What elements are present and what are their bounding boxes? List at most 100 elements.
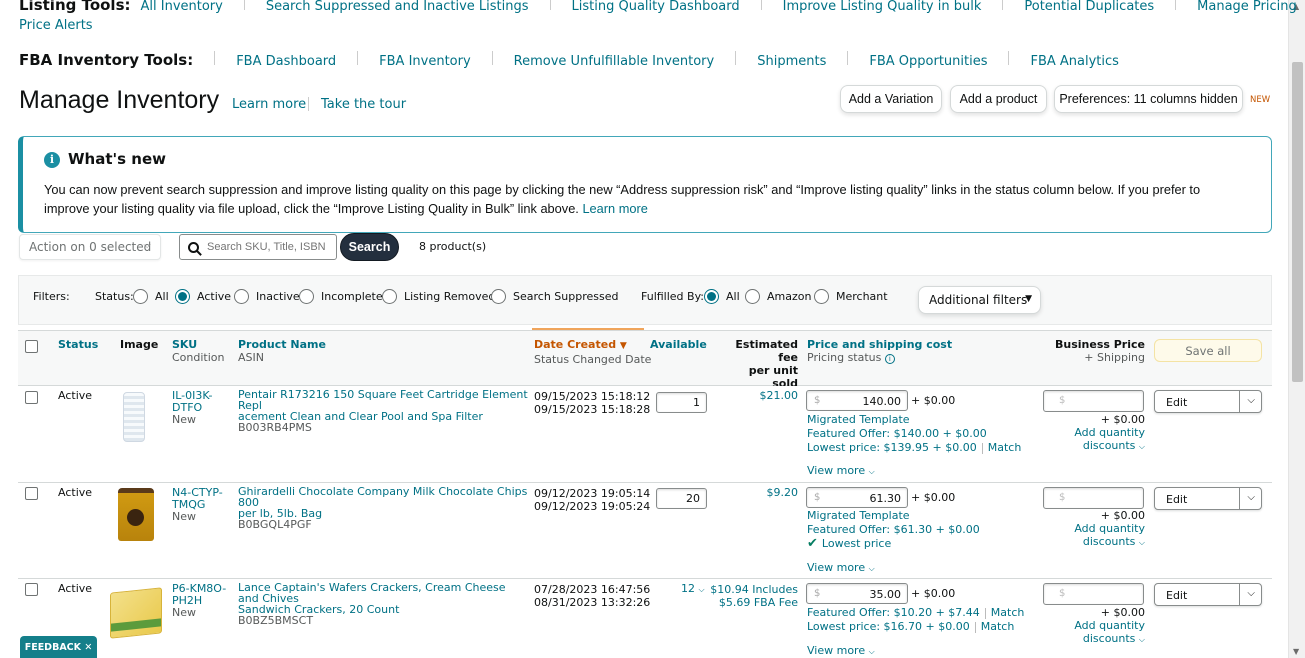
price-input[interactable]: $ 140.00 <box>806 390 908 411</box>
link-remove-unfulfillable[interactable]: Remove Unfulfillable Inventory <box>514 54 715 69</box>
available-quantity-dropdown[interactable]: 12 ⌵ <box>681 583 705 596</box>
featured-offer-link[interactable]: Featured Offer: $61.30 + $0.00 <box>807 523 980 537</box>
status-radio-inactive[interactable]: Inactive <box>234 289 300 304</box>
close-icon[interactable]: ✕ <box>84 642 92 653</box>
fulfilled-radio-merchant[interactable]: Merchant <box>814 289 888 304</box>
link-fba-opportunities[interactable]: FBA Opportunities <box>869 54 987 69</box>
radio-button[interactable] <box>234 289 249 304</box>
product-image[interactable] <box>123 392 145 442</box>
match-link[interactable]: Match <box>981 620 1015 633</box>
price-input[interactable]: $ 35.00 <box>806 583 908 604</box>
additional-filters-button[interactable]: Additional filters ▼ <box>918 286 1041 314</box>
product-name-link[interactable]: Pentair R173216 150 Square Feet Cartridg… <box>238 389 528 422</box>
link-improve-quality-bulk[interactable]: Improve Listing Quality in bulk <box>783 0 982 14</box>
feedback-button[interactable]: FEEDBACK ✕ <box>20 636 97 658</box>
edit-split-button[interactable]: Edit ⌵ <box>1154 583 1262 606</box>
edit-button[interactable]: Edit <box>1166 493 1187 506</box>
row-sku[interactable]: IL-0I3K- DTFO New <box>172 390 212 426</box>
chevron-down-icon[interactable]: ⌵ <box>1247 492 1255 503</box>
available-quantity-input[interactable]: 1 <box>656 392 707 413</box>
product-image[interactable] <box>110 587 162 639</box>
radio-button[interactable] <box>745 289 760 304</box>
row-checkbox[interactable] <box>25 487 38 500</box>
link-all-inventory[interactable]: All Inventory <box>141 0 223 14</box>
edit-button[interactable]: Edit <box>1166 589 1187 602</box>
link-fba-analytics[interactable]: FBA Analytics <box>1030 54 1118 69</box>
link-search-suppressed[interactable]: Search Suppressed and Inactive Listings <box>266 0 529 14</box>
radio-button[interactable] <box>299 289 314 304</box>
edit-split-button[interactable]: Edit ⌵ <box>1154 390 1262 413</box>
row-checkbox[interactable] <box>25 391 38 404</box>
link-manage-pricing[interactable]: Manage Pricing <box>1197 0 1297 14</box>
price-input[interactable]: $ 61.30 <box>806 487 908 508</box>
featured-offer-link[interactable]: Featured Offer: $10.20 + $7.44 <box>807 606 980 619</box>
radio-button[interactable] <box>382 289 397 304</box>
learn-more-link[interactable]: Learn more <box>232 97 306 112</box>
row-sku[interactable]: P6-KM8O- PH2H New <box>172 583 226 619</box>
link-potential-duplicates[interactable]: Potential Duplicates <box>1024 0 1154 14</box>
status-radio-all[interactable]: All <box>133 289 169 304</box>
search-input[interactable] <box>205 240 330 254</box>
column-status[interactable]: Status <box>58 338 98 351</box>
row-checkbox[interactable] <box>25 583 38 596</box>
product-name-link[interactable]: Lance Captain's Wafers Crackers, Cream C… <box>238 582 528 615</box>
business-price-input[interactable]: $ <box>1043 390 1144 412</box>
radio-button[interactable] <box>491 289 506 304</box>
edit-button[interactable]: Edit <box>1166 396 1187 409</box>
save-all-button[interactable]: Save all <box>1154 339 1262 362</box>
chevron-down-icon[interactable]: ⌵ <box>1247 588 1255 599</box>
view-more-link[interactable]: View more ⌵ <box>807 562 875 575</box>
column-product-name[interactable]: Product Name ASIN <box>238 338 326 364</box>
lowest-price-link[interactable]: Lowest price: $16.70 + $0.00 <box>807 620 970 633</box>
pricing-template-link[interactable]: Migrated Template <box>807 413 1021 427</box>
column-available[interactable]: Available <box>650 338 707 351</box>
radio-button[interactable] <box>133 289 148 304</box>
product-image[interactable] <box>118 488 154 541</box>
link-listing-quality-dashboard[interactable]: Listing Quality Dashboard <box>572 0 740 14</box>
match-link[interactable]: Match <box>988 441 1022 454</box>
link-fba-dashboard[interactable]: FBA Dashboard <box>236 54 336 69</box>
pricing-template-link[interactable]: Migrated Template <box>807 509 980 523</box>
scrollbar-thumb[interactable] <box>1292 62 1303 382</box>
match-link[interactable]: Match <box>991 606 1025 619</box>
bulk-action-dropdown[interactable]: Action on 0 selected ⌵ <box>19 234 161 260</box>
product-name-link[interactable]: Ghirardelli Chocolate Company Milk Choco… <box>238 486 528 519</box>
add-variation-button[interactable]: Add a Variation <box>840 85 942 113</box>
info-icon[interactable]: i <box>884 354 895 364</box>
link-shipments[interactable]: Shipments <box>757 54 826 69</box>
select-all-checkbox[interactable] <box>25 340 38 353</box>
search-box[interactable] <box>179 234 337 260</box>
add-product-button[interactable]: Add a product <box>950 85 1047 113</box>
chevron-down-icon[interactable]: ⌵ <box>1247 395 1255 406</box>
fulfilled-radio-all[interactable]: All <box>704 289 740 304</box>
business-price-input[interactable]: $ <box>1043 583 1144 605</box>
edit-split-button[interactable]: Edit ⌵ <box>1154 487 1262 510</box>
whats-new-learn-more-link[interactable]: Learn more <box>582 201 647 216</box>
column-date-created[interactable]: Date Created ▼ Status Changed Date <box>534 338 651 366</box>
fulfilled-radio-amazon[interactable]: Amazon <box>745 289 811 304</box>
available-quantity-input[interactable]: 20 <box>656 488 707 509</box>
row-sku[interactable]: N4-CTYP- TMQG New <box>172 487 223 523</box>
status-radio-active[interactable]: Active <box>175 289 231 304</box>
radio-button-selected[interactable] <box>175 289 190 304</box>
preferences-button[interactable]: Preferences: 11 columns hidden <box>1054 85 1243 113</box>
lowest-price-link[interactable]: Lowest price <box>822 537 891 550</box>
scroll-down-arrow-icon[interactable]: ▼ <box>1293 647 1299 656</box>
add-quantity-discounts-link[interactable]: Add quantity discounts ⌵ <box>1046 619 1145 646</box>
link-fba-inventory[interactable]: FBA Inventory <box>379 54 471 69</box>
add-quantity-discounts-link[interactable]: Add quantity discounts ⌵ <box>1046 426 1145 453</box>
search-button[interactable]: Search <box>340 233 399 261</box>
view-more-link[interactable]: View more ⌵ <box>807 465 875 478</box>
status-radio-incomplete[interactable]: Incomplete <box>299 289 383 304</box>
estimated-fee[interactable]: $9.20 <box>728 487 799 499</box>
estimated-fee[interactable]: $21.00 <box>728 390 799 402</box>
view-more-link[interactable]: View more ⌵ <box>807 645 875 658</box>
lowest-price-link[interactable]: Lowest price: $139.95 + $0.00 <box>807 441 977 454</box>
featured-offer-link[interactable]: Featured Offer: $140.00 + $0.00 <box>807 427 1021 441</box>
column-price-shipping[interactable]: Price and shipping cost Pricing status i <box>807 338 952 364</box>
page-scrollbar[interactable]: ▲ ▼ <box>1288 0 1305 658</box>
status-radio-search-suppressed[interactable]: Search Suppressed <box>491 289 618 304</box>
take-tour-link[interactable]: Take the tour <box>321 97 406 112</box>
estimated-fee[interactable]: $10.94 Includes $5.69 FBA Fee <box>708 583 798 609</box>
link-price-alerts[interactable]: Price Alerts <box>19 18 93 33</box>
